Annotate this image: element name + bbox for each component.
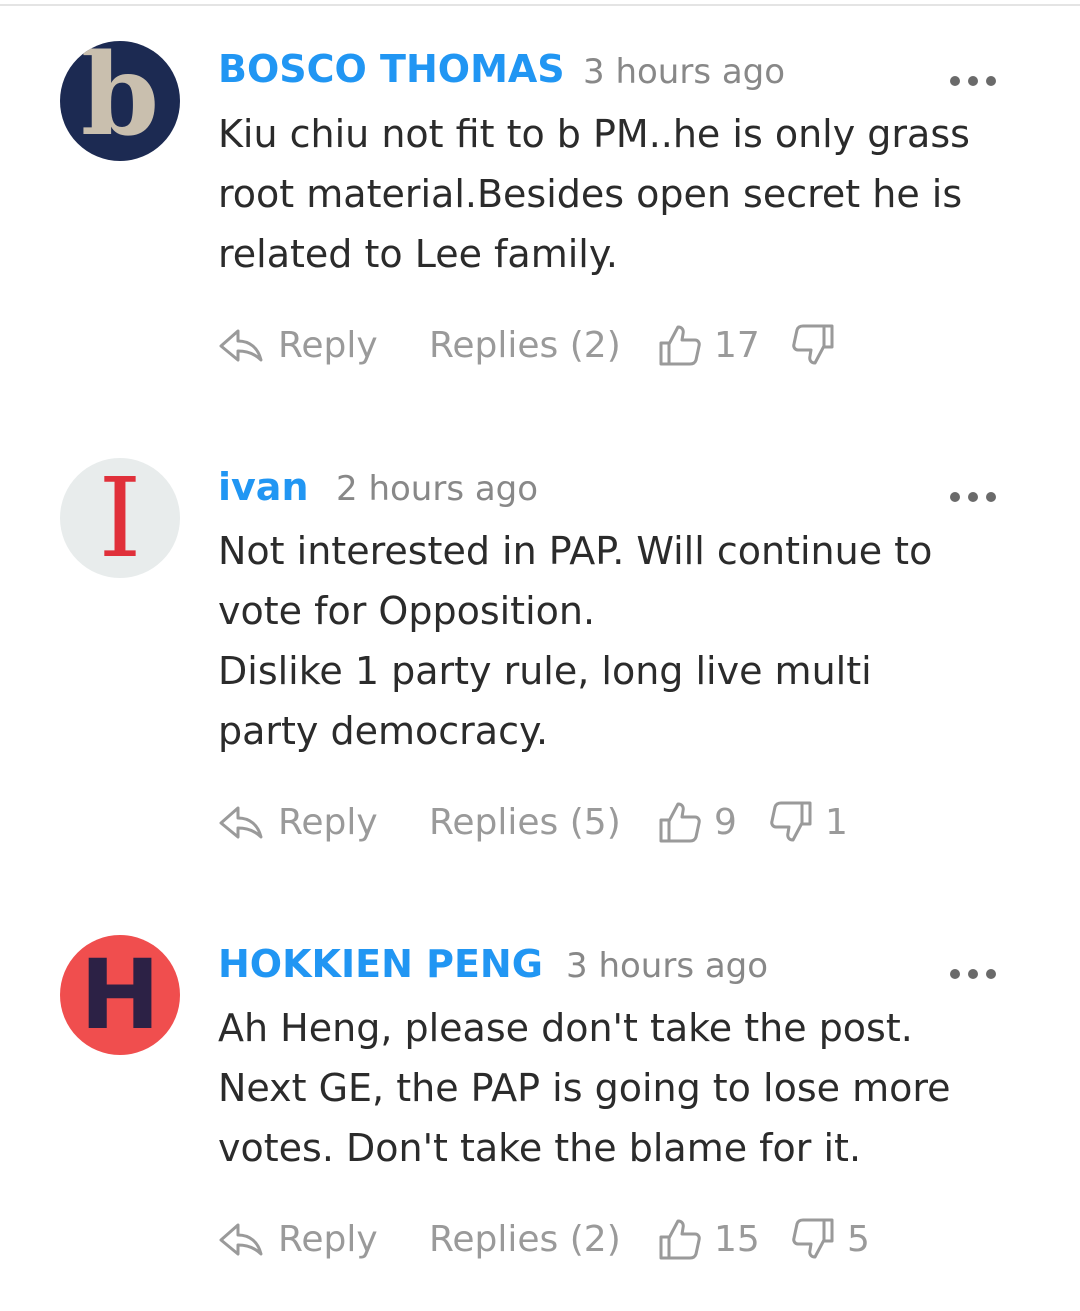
- dislike-button[interactable]: 1: [769, 797, 848, 847]
- reply-label: Reply: [278, 801, 378, 843]
- thumbs-up-icon: [659, 325, 701, 366]
- like-count: 17: [714, 324, 760, 366]
- like-count: 9: [714, 801, 737, 843]
- replies-label: Replies (2): [429, 324, 621, 366]
- more-dot: [968, 76, 978, 86]
- author-name[interactable]: HOKKIEN PENG: [218, 942, 543, 986]
- comment-body: Not interested in PAP. Will continue to …: [218, 521, 1018, 761]
- comment-line: vote for Opposition.: [218, 589, 596, 633]
- reply-label: Reply: [278, 324, 378, 366]
- more-dots-icon: [950, 76, 960, 86]
- avatar-letter: I: [98, 458, 142, 578]
- comment-line: related to Lee family.: [218, 232, 619, 276]
- dislike-button[interactable]: [791, 320, 845, 370]
- reply-arrow-icon: [219, 806, 263, 839]
- author-name[interactable]: ivan: [218, 465, 309, 509]
- more-dot: [968, 969, 978, 979]
- avatar[interactable]: H: [60, 935, 180, 1055]
- comment-line: Dislike 1 party rule, long live multi: [218, 649, 872, 693]
- comment-actions: Reply Replies (2) 17: [218, 320, 1018, 370]
- comment-body: Ah Heng, please don't take the post. Nex…: [218, 998, 1018, 1178]
- thumbs-up-icon: [659, 802, 701, 843]
- avatar-letter: H: [79, 939, 161, 1051]
- comment-body: Kiu chiu not fit to b PM..he is only gra…: [218, 104, 1018, 284]
- author-name[interactable]: BOSCO THOMAS: [218, 47, 565, 91]
- more-dots-icon: [950, 492, 960, 502]
- replies-label: Replies (2): [429, 1218, 621, 1260]
- reply-label: Reply: [278, 1218, 378, 1260]
- timestamp: 3 hours ago: [583, 52, 786, 92]
- comment-actions: Reply Replies (2) 15 5: [218, 1214, 1018, 1264]
- like-button[interactable]: 15: [658, 1214, 760, 1264]
- more-options-button[interactable]: [950, 968, 996, 980]
- thumbs-up-icon: [659, 1219, 701, 1260]
- comment-line: Next GE, the PAP is going to lose more: [218, 1066, 951, 1110]
- more-options-button[interactable]: [950, 75, 996, 87]
- reply-button[interactable]: Reply: [218, 797, 378, 847]
- comment-line: Kiu chiu not fit to b PM..he is only gra…: [218, 112, 970, 156]
- avatar[interactable]: b: [60, 41, 180, 161]
- more-options-button[interactable]: [950, 491, 996, 503]
- more-dot: [968, 492, 978, 502]
- more-dot: [986, 492, 996, 502]
- comment-line: votes. Don't take the blame for it.: [218, 1126, 862, 1170]
- dislike-count: 1: [825, 801, 848, 843]
- thumbs-down-icon: [792, 324, 834, 365]
- more-dot: [986, 969, 996, 979]
- replies-button[interactable]: Replies (2): [429, 320, 621, 370]
- dislike-count: 5: [847, 1218, 870, 1260]
- thumbs-down-icon: [770, 801, 812, 842]
- replies-label: Replies (5): [429, 801, 621, 843]
- reply-arrow-icon: [219, 329, 263, 362]
- timestamp: 3 hours ago: [566, 946, 769, 986]
- comment-line: Ah Heng, please don't take the post.: [218, 1006, 913, 1050]
- replies-button[interactable]: Replies (2): [429, 1214, 621, 1264]
- avatar-letter: b: [80, 41, 160, 161]
- like-count: 15: [714, 1218, 760, 1260]
- like-button[interactable]: 9: [658, 797, 737, 847]
- avatar[interactable]: I: [60, 458, 180, 578]
- comment-line: root material.Besides open secret he is: [218, 172, 963, 216]
- more-dot: [986, 76, 996, 86]
- replies-button[interactable]: Replies (5): [429, 797, 621, 847]
- reply-button[interactable]: Reply: [218, 1214, 378, 1264]
- comment-actions: Reply Replies (5) 9 1: [218, 797, 1018, 847]
- more-dots-icon: [950, 969, 960, 979]
- reply-arrow-icon: [219, 1223, 263, 1256]
- reply-button[interactable]: Reply: [218, 320, 378, 370]
- comment-line: Not interested in PAP. Will continue to: [218, 529, 933, 573]
- like-button[interactable]: 17: [658, 320, 760, 370]
- timestamp: 2 hours ago: [336, 469, 539, 509]
- top-divider: [0, 4, 1080, 6]
- dislike-button[interactable]: 5: [791, 1214, 870, 1264]
- comment-line: party democracy.: [218, 709, 549, 753]
- thumbs-down-icon: [792, 1218, 834, 1259]
